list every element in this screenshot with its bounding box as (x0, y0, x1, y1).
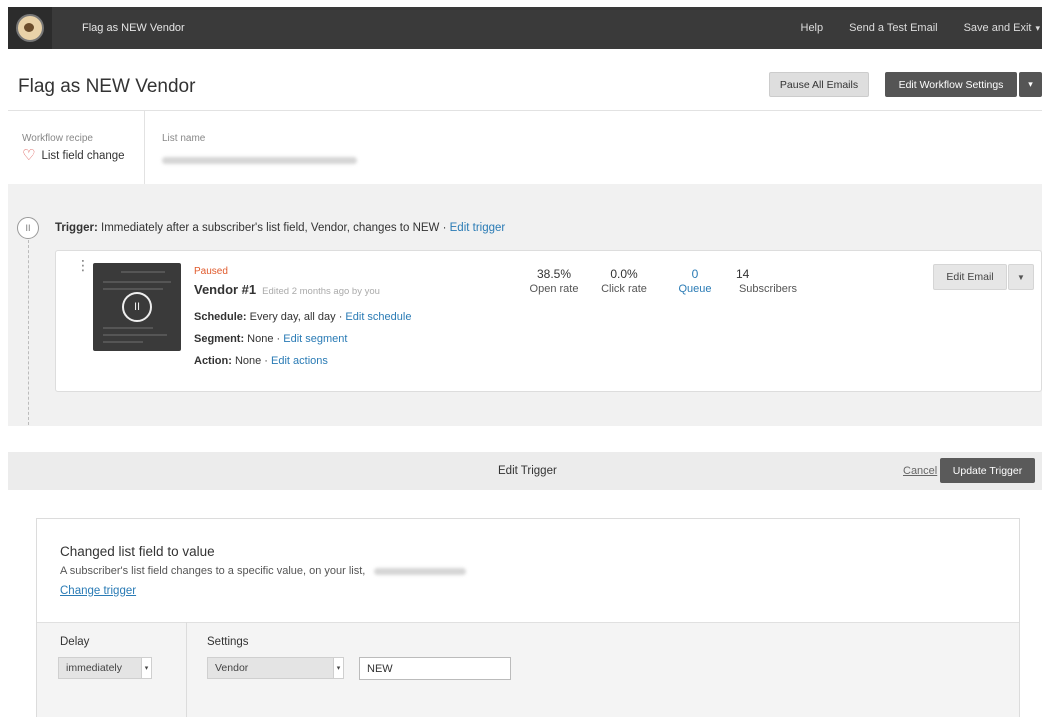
divider (8, 110, 1042, 111)
pause-all-emails-button[interactable]: Pause All Emails (769, 72, 869, 97)
pause-icon: II (122, 292, 152, 322)
heart-icon: ♡ (22, 147, 36, 164)
recipe-value-text: List field change (41, 149, 125, 162)
chevron-down-icon[interactable]: ▼ (1008, 264, 1034, 290)
stat-value: 0.0% (610, 267, 638, 281)
workflow-timeline (28, 240, 29, 425)
topbar-title: Flag as NEW Vendor (82, 22, 185, 34)
list-name-value-redacted (162, 153, 357, 167)
mailchimp-logo-icon[interactable] (8, 7, 52, 49)
trigger-description: Trigger: Immediately after a subscriber'… (55, 222, 505, 234)
action-line: Action: None · Edit actions (194, 355, 328, 367)
stat-value: 38.5% (536, 267, 572, 281)
email-name: Vendor #1 Edited 2 months ago by you (194, 282, 380, 297)
chevron-down-icon[interactable]: ▾ (1035, 23, 1040, 34)
list-name-redacted (374, 567, 467, 575)
settings-label: Settings (207, 636, 249, 648)
help-link[interactable]: Help (801, 22, 824, 34)
status-badge: Paused (194, 266, 228, 277)
top-bar: Flag as NEW Vendor Help Send a Test Emai… (8, 7, 1042, 49)
workflow-recipe: Workflow recipe ♡ List field change (22, 133, 125, 163)
trigger-type-description: A subscriber's list field changes to a s… (60, 565, 467, 577)
stat-subscribers: 14 Subscribers (736, 267, 800, 295)
stat-label: Click rate (601, 283, 647, 295)
action-value: None · (231, 355, 272, 367)
stat-label: Open rate (529, 283, 579, 295)
delay-label: Delay (60, 636, 90, 648)
update-trigger-button[interactable]: Update Trigger (940, 458, 1035, 483)
schedule-label: Schedule: (194, 311, 247, 323)
save-and-exit-button[interactable]: Save and Exit (964, 22, 1032, 34)
stat-click-rate: 0.0% Click rate (594, 267, 654, 295)
field-select[interactable]: Vendor ▾ (207, 657, 344, 679)
edit-workflow-settings-button[interactable]: Edit Workflow Settings (885, 72, 1017, 97)
field-select-value: Vendor (215, 662, 249, 674)
email-thumbnail[interactable]: II (93, 263, 181, 351)
edit-schedule-link[interactable]: Edit schedule (345, 311, 411, 323)
divider (144, 111, 145, 184)
settings-area (37, 622, 1019, 717)
edit-email-button[interactable]: Edit Email (933, 264, 1007, 290)
trigger-text: Immediately after a subscriber's list fi… (97, 222, 450, 234)
list-name-label: List name (162, 133, 206, 144)
action-label: Action: (194, 355, 232, 367)
chevron-down-icon[interactable]: ▾ (1019, 72, 1042, 97)
topbar-actions: Help Send a Test Email Save and Exit ▾ (801, 22, 1042, 34)
stat-value: 14 (736, 267, 750, 281)
page-title: Flag as NEW Vendor (18, 76, 196, 97)
list-name: List name (162, 133, 357, 167)
change-trigger-link[interactable]: Change trigger (60, 585, 136, 597)
segment-line: Segment: None · Edit segment (194, 333, 347, 345)
segment-label: Segment: (194, 333, 245, 345)
schedule-line: Schedule: Every day, all day · Edit sche… (194, 311, 411, 323)
segment-value: None · (244, 333, 284, 345)
value-input[interactable]: NEW (359, 657, 511, 680)
edited-note: Edited 2 months ago by you (262, 286, 380, 297)
stat-value[interactable]: 0 (672, 267, 718, 281)
stat-open-rate: 38.5% Open rate (528, 267, 580, 295)
pause-icon[interactable]: II (17, 217, 39, 239)
edit-segment-link[interactable]: Edit segment (283, 333, 347, 345)
schedule-value: Every day, all day · (246, 311, 346, 323)
stat-queue[interactable]: 0 Queue (672, 267, 718, 295)
edit-trigger-title: Edit Trigger (498, 465, 557, 477)
stat-label: Subscribers (738, 283, 798, 295)
edit-actions-link[interactable]: Edit actions (271, 355, 328, 367)
cancel-link[interactable]: Cancel (903, 465, 937, 477)
trigger-type-title: Changed list field to value (60, 544, 215, 559)
edit-trigger-link[interactable]: Edit trigger (450, 222, 506, 234)
select-arrow-icon: ▾ (333, 658, 343, 678)
select-arrow-icon: ▾ (141, 658, 151, 678)
workflow-recipe-label: Workflow recipe (22, 133, 93, 144)
kebab-menu-icon[interactable]: ⋮ (76, 258, 90, 272)
workflow-recipe-value: ♡ List field change (22, 148, 125, 163)
trigger-description-text: A subscriber's list field changes to a s… (60, 565, 366, 577)
trigger-prefix: Trigger: (55, 222, 98, 234)
delay-select-value: immediately (66, 662, 123, 674)
delay-select[interactable]: immediately ▾ (58, 657, 152, 679)
send-test-email-link[interactable]: Send a Test Email (849, 22, 937, 34)
divider (186, 622, 187, 717)
stat-label[interactable]: Queue (672, 283, 718, 295)
email-name-text: Vendor #1 (194, 282, 257, 297)
